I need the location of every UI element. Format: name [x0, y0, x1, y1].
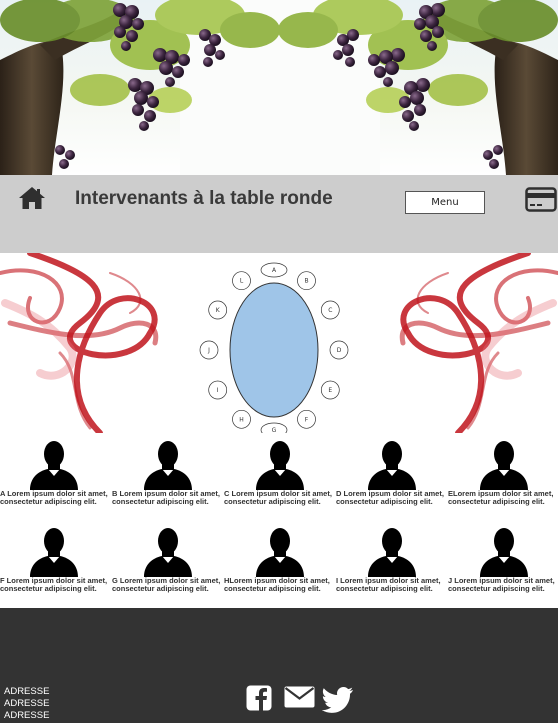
- speaker-description: ELorem ipsum dolor sit amet, consectetur…: [448, 489, 554, 507]
- speaker-card: J Lorem ipsum dolor sit amet, consectetu…: [448, 527, 558, 607]
- speaker-description: J Lorem ipsum dolor sit amet, consectetu…: [448, 576, 555, 594]
- speaker-card: G Lorem ipsum dolor sit amet, consectetu…: [112, 527, 224, 607]
- person-silhouette-icon: [480, 441, 528, 490]
- speaker-description: B Lorem ipsum dolor sit amet, consectetu…: [112, 489, 220, 507]
- seat-label: J: [207, 347, 210, 354]
- mail-icon[interactable]: [284, 685, 315, 709]
- card-icon[interactable]: [525, 187, 557, 212]
- speaker-card: A Lorem ipsum dolor sit amet, consectetu…: [0, 440, 112, 520]
- speaker-description: D Lorem ipsum dolor sit amet, consectetu…: [336, 489, 444, 507]
- seat-label: C: [328, 307, 332, 314]
- speaker-card: B Lorem ipsum dolor sit amet, consectetu…: [112, 440, 224, 520]
- speaker-card: C Lorem ipsum dolor sit amet, consectetu…: [224, 440, 336, 520]
- person-silhouette-icon: [256, 441, 304, 490]
- address-line: ADRESSE: [4, 710, 50, 721]
- red-smoke-right: [399, 253, 558, 433]
- speaker-description: G Lorem ipsum dolor sit amet, consectetu…: [112, 576, 221, 594]
- person-silhouette-icon: [144, 528, 192, 577]
- seat-label: D: [337, 347, 342, 354]
- speaker-card: ELorem ipsum dolor sit amet, consectetur…: [448, 440, 558, 520]
- speaker-description: A Lorem ipsum dolor sit amet, consectetu…: [0, 489, 108, 507]
- person-silhouette-icon: [30, 528, 78, 577]
- address-line: ADRESSE: [4, 698, 50, 709]
- person-silhouette-icon: [144, 441, 192, 490]
- speaker-description: I Lorem ipsum dolor sit amet, consectetu…: [336, 576, 441, 594]
- hero-vineyard-image: [0, 0, 558, 175]
- person-silhouette-icon: [368, 528, 416, 577]
- page-title: Intervenants à la table ronde: [75, 188, 333, 209]
- speaker-description: C Lorem ipsum dolor sit amet, consectetu…: [224, 489, 332, 507]
- person-silhouette-icon: [368, 441, 416, 490]
- seat-label: I: [217, 387, 219, 394]
- round-table: [229, 282, 319, 418]
- seat-label: E: [328, 387, 332, 394]
- header-bar: [0, 175, 558, 253]
- menu-button[interactable]: Menu: [405, 191, 485, 214]
- seat-label: G: [272, 427, 277, 433]
- speaker-card: HLorem ipsum dolor sit amet, consectetur…: [224, 527, 336, 607]
- red-smoke-left: [0, 253, 159, 433]
- address-line: ADRESSE: [4, 686, 50, 697]
- footer: [0, 608, 558, 723]
- speaker-card: I Lorem ipsum dolor sit amet, consectetu…: [336, 527, 448, 607]
- round-table-banner: ABCDEFGHIJKL: [0, 253, 558, 433]
- twitter-icon[interactable]: [322, 686, 354, 714]
- seat-label: B: [304, 278, 308, 285]
- speaker-card: D Lorem ipsum dolor sit amet, consectetu…: [336, 440, 448, 520]
- person-silhouette-icon: [256, 528, 304, 577]
- facebook-icon[interactable]: [246, 685, 272, 711]
- speaker-card: F Lorem ipsum dolor sit amet, consectetu…: [0, 527, 112, 607]
- person-silhouette-icon: [30, 441, 78, 490]
- seat-label: H: [239, 416, 244, 423]
- person-silhouette-icon: [480, 528, 528, 577]
- home-icon[interactable]: [18, 186, 46, 210]
- speaker-description: F Lorem ipsum dolor sit amet, consectetu…: [0, 576, 108, 594]
- speaker-description: HLorem ipsum dolor sit amet, consectetur…: [224, 576, 330, 594]
- seat-label: F: [305, 416, 309, 423]
